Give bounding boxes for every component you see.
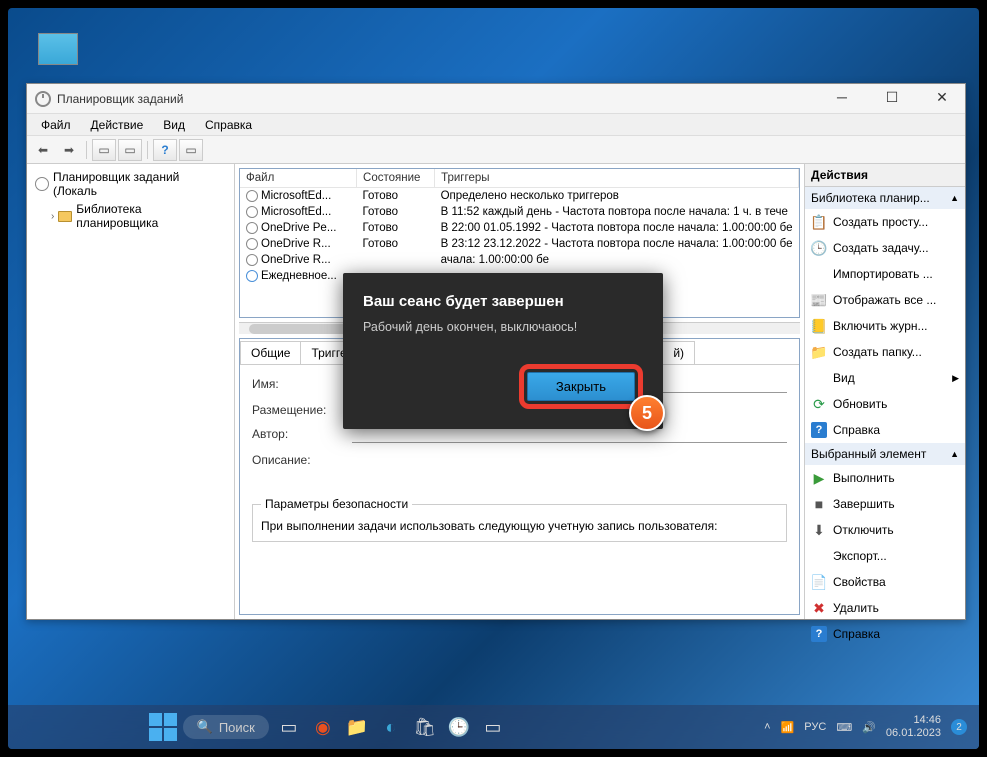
dialog-title: Ваш сеанс будет завершен	[363, 293, 643, 310]
action-создать-папку---[interactable]: 📁Создать папку...	[805, 339, 965, 365]
action-help[interactable]: ?Справка	[805, 417, 965, 443]
titlebar: Планировщик заданий ─ ☐ ✕	[27, 84, 965, 114]
tree-library[interactable]: › Библиотека планировщика	[47, 200, 230, 232]
action-view[interactable]: Вид▶	[805, 365, 965, 391]
tree-library-label: Библиотека планировщика	[76, 202, 226, 230]
close-button[interactable]: ✕	[927, 89, 957, 109]
task-view-icon[interactable]: ▭	[275, 713, 303, 741]
table-row[interactable]: MicrosoftEd...ГотовоВ 11:52 каждый день …	[240, 204, 799, 220]
actions-section-selected[interactable]: Выбранный элемент▲	[805, 443, 965, 465]
taskbar-app-2[interactable]: ▭	[479, 713, 507, 741]
tab-history[interactable]: й)	[662, 341, 695, 364]
session-end-dialog: Ваш сеанс будет завершен Рабочий день ок…	[343, 273, 663, 429]
menu-file[interactable]: Файл	[31, 118, 81, 132]
file-explorer-icon[interactable]: 📁	[343, 713, 371, 741]
col-state[interactable]: Состояние	[357, 169, 435, 188]
security-text: При выполнении задачи использовать следу…	[261, 519, 778, 533]
clock-icon	[246, 190, 258, 202]
menu-view[interactable]: Вид	[153, 118, 195, 132]
action-создать-задачу---[interactable]: 🕒Создать задачу...	[805, 235, 965, 261]
action-создать-просту---[interactable]: 📋Создать просту...	[805, 209, 965, 235]
task-scheduler-taskbar-icon[interactable]: 🕒	[445, 713, 473, 741]
action-отключить[interactable]: ⬇Отключить	[805, 517, 965, 543]
tray-chevron-icon[interactable]: ˄	[764, 721, 770, 733]
maximize-button[interactable]: ☐	[877, 89, 907, 109]
menu-action[interactable]: Действие	[81, 118, 154, 132]
annotation-badge: 5	[629, 395, 665, 431]
table-row[interactable]: OneDrive Pe...ГотовоВ 22:00 01.05.1992 -…	[240, 220, 799, 236]
tab-general[interactable]: Общие	[240, 341, 301, 364]
label-location: Размещение:	[252, 403, 352, 417]
actions-header: Действия	[805, 164, 965, 187]
clock-icon	[246, 222, 258, 234]
actions-pane: Действия Библиотека планир...▲ 📋Создать …	[805, 164, 965, 619]
tree-pane: Планировщик заданий (Локаль › Библиотека…	[27, 164, 235, 619]
start-button[interactable]	[149, 713, 177, 741]
store-icon[interactable]: 🛍	[411, 713, 439, 741]
notification-badge[interactable]: 2	[951, 719, 967, 735]
clock-icon	[246, 270, 258, 282]
folder-icon	[58, 211, 72, 222]
taskbar-search[interactable]: 🔍Поиск	[183, 715, 269, 739]
security-fieldset: Параметры безопасности При выполнении за…	[252, 497, 787, 542]
language-indicator[interactable]: РУС	[804, 721, 826, 733]
volume-icon[interactable]: 🔊	[862, 721, 876, 734]
clock-icon	[246, 238, 258, 250]
toolbar: ⬅ ➡ ▭ ▭ ? ▭	[27, 136, 965, 164]
desktop-screen: Планировщик заданий ─ ☐ ✕ Файл Действие …	[8, 8, 979, 749]
minimize-button[interactable]: ─	[827, 89, 857, 109]
actions-section-library[interactable]: Библиотека планир...▲	[805, 187, 965, 209]
action-завершить[interactable]: ■Завершить	[805, 491, 965, 517]
col-file[interactable]: Файл	[240, 169, 357, 188]
dialog-message: Рабочий день окончен, выключаюсь!	[363, 320, 643, 334]
label-description: Описание:	[252, 453, 352, 467]
table-row[interactable]: OneDrive R...ачала: 1.00:00:00 бе	[240, 252, 799, 268]
taskbar-clock[interactable]: 14:46 06.01.2023	[886, 714, 941, 740]
network-icon[interactable]: 📶	[781, 721, 795, 734]
action-свойства[interactable]: 📄Свойства	[805, 569, 965, 595]
action-удалить[interactable]: ✖Удалить	[805, 595, 965, 621]
toolbar-icon-1[interactable]: ▭	[92, 139, 116, 161]
desktop-monitor-icon[interactable]	[38, 33, 78, 65]
action-help-2[interactable]: ?Справка	[805, 621, 965, 647]
edge-icon[interactable]: ◐	[377, 713, 405, 741]
label-name: Имя:	[252, 377, 352, 393]
field-author	[352, 427, 787, 443]
tree-root-label: Планировщик заданий (Локаль	[53, 170, 226, 198]
app-icon	[35, 91, 51, 107]
dialog-close-button[interactable]: Закрыть	[527, 372, 635, 401]
action-импортировать----[interactable]: Импортировать ...	[805, 261, 965, 287]
taskbar: 🔍Поиск ▭ ◉ 📁 ◐ 🛍 🕒 ▭ ˄ 📶 РУС ⌨ 🔊 14:46 0…	[8, 705, 979, 749]
security-legend: Параметры безопасности	[261, 497, 412, 511]
search-icon: 🔍	[197, 719, 213, 735]
clock-icon	[35, 177, 49, 191]
toolbar-help-icon[interactable]: ?	[153, 139, 177, 161]
keyboard-icon[interactable]: ⌨	[836, 721, 852, 734]
action-отображать-все----[interactable]: 📰Отображать все ...	[805, 287, 965, 313]
action-экспорт---[interactable]: Экспорт...	[805, 543, 965, 569]
toolbar-icon-2[interactable]: ▭	[118, 139, 142, 161]
table-row[interactable]: MicrosoftEd...ГотовоОпределено несколько…	[240, 188, 799, 205]
clock-icon	[246, 254, 258, 266]
action-включить-журн---[interactable]: 📒Включить журн...	[805, 313, 965, 339]
clock-icon	[246, 206, 258, 218]
toolbar-icon-3[interactable]: ▭	[179, 139, 203, 161]
menu-help[interactable]: Справка	[195, 118, 262, 132]
tree-root[interactable]: Планировщик заданий (Локаль	[31, 168, 230, 200]
menubar: Файл Действие Вид Справка	[27, 114, 965, 136]
taskbar-app-1[interactable]: ◉	[309, 713, 337, 741]
table-row[interactable]: OneDrive R...ГотовоВ 23:12 23.12.2022 - …	[240, 236, 799, 252]
action-refresh[interactable]: ⟳Обновить	[805, 391, 965, 417]
forward-button[interactable]: ➡	[57, 139, 81, 161]
back-button[interactable]: ⬅	[31, 139, 55, 161]
label-author: Автор:	[252, 427, 352, 443]
action-выполнить[interactable]: ▶Выполнить	[805, 465, 965, 491]
col-triggers[interactable]: Триггеры	[435, 169, 799, 188]
window-title: Планировщик заданий	[57, 92, 827, 106]
